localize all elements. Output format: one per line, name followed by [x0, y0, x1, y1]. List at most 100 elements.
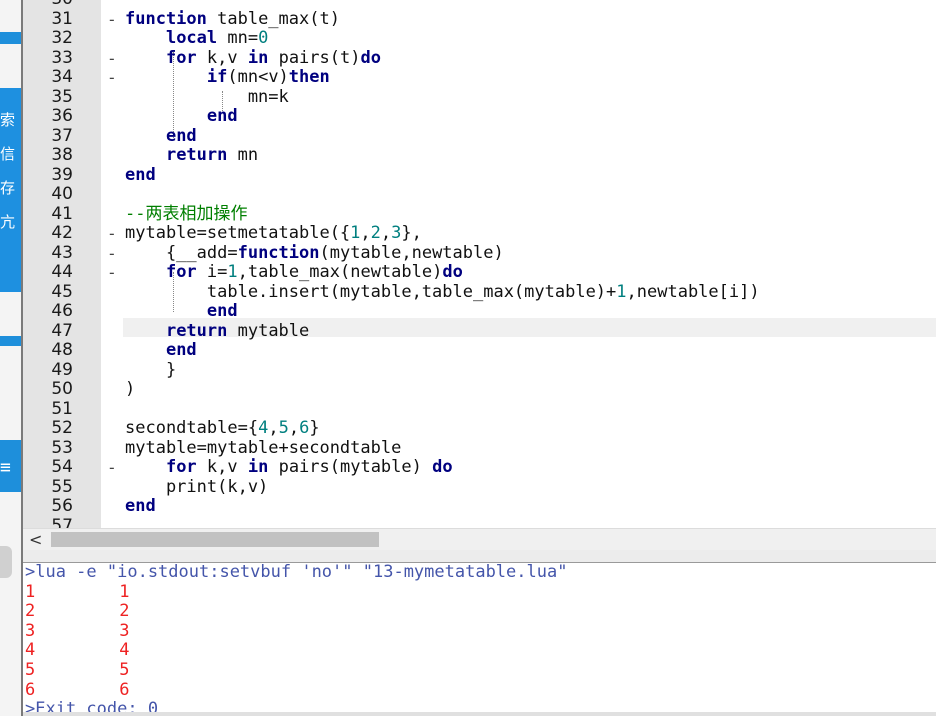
- code-text[interactable]: table.insert(mytable,table_max(mytable)+…: [125, 282, 760, 302]
- output-value: 3: [119, 620, 130, 641]
- line-number: 31: [51, 8, 73, 29]
- code-text[interactable]: for k,v in pairs(t)do: [125, 48, 381, 68]
- fold-marker-icon[interactable]: -: [107, 224, 117, 243]
- line-number: 43: [51, 242, 73, 263]
- output-value: 4: [119, 640, 130, 661]
- output-row: 55: [25, 660, 130, 681]
- output-value: 1: [119, 581, 130, 602]
- fold-marker-icon[interactable]: -: [107, 10, 117, 29]
- fold-marker-icon[interactable]: -: [107, 49, 117, 68]
- horizontal-scrollbar[interactable]: <: [23, 528, 936, 551]
- code-text[interactable]: ): [125, 380, 135, 399]
- line-number: 30: [23, 0, 73, 9]
- code-text[interactable]: print(k,v): [125, 477, 268, 497]
- output-row: 33: [25, 620, 130, 642]
- line-number: 52: [51, 418, 73, 438]
- line-number: 39: [51, 164, 73, 185]
- code-line[interactable]: 56 end: [23, 497, 936, 521]
- line-number: 55: [51, 476, 73, 497]
- code-line[interactable]: 39 end: [23, 165, 936, 190]
- code-text[interactable]: for i=1,table_max(newtable)do: [125, 263, 463, 282]
- code-line[interactable]: 55 print(k,v): [23, 477, 936, 502]
- line-number: 56: [51, 496, 73, 516]
- line-number: 45: [51, 281, 73, 302]
- code-text[interactable]: if(mn<v)then: [125, 68, 330, 87]
- code-text[interactable]: for k,v in pairs(mytable) do: [125, 458, 453, 477]
- line-number: 40: [51, 184, 73, 204]
- output-command: >lua -e "io.stdout:setvbuf 'no'" "13-mym…: [25, 563, 568, 582]
- code-text[interactable]: }: [125, 360, 176, 380]
- output-row: 22: [25, 601, 130, 622]
- output-key: 1: [25, 581, 36, 602]
- code-text[interactable]: end: [125, 165, 156, 185]
- line-number: 37: [51, 125, 73, 146]
- code-text[interactable]: secondtable={4,5,6}: [125, 419, 320, 438]
- output-row: 66: [25, 679, 130, 701]
- line-number: 47: [51, 320, 73, 341]
- background-label-1: 索: [0, 111, 16, 129]
- code-line[interactable]: 57: [23, 516, 936, 528]
- code-text[interactable]: --两表相加操作: [125, 204, 247, 224]
- code-text[interactable]: end: [125, 302, 238, 321]
- fold-marker-icon[interactable]: -: [107, 263, 117, 282]
- code-text[interactable]: return mytable: [125, 321, 309, 341]
- code-text[interactable]: mytable=setmetatable({1,2,3},: [125, 224, 422, 243]
- line-number: 34: [51, 67, 73, 87]
- output-row: 11: [25, 581, 130, 603]
- background-label-2: 信: [0, 145, 16, 163]
- output-value: 2: [119, 601, 130, 622]
- code-text[interactable]: {__add=function(mytable,newtable): [125, 243, 504, 263]
- line-number: 51: [51, 398, 73, 419]
- code-text[interactable]: return mn: [125, 146, 258, 165]
- fold-marker-icon[interactable]: -: [107, 458, 117, 477]
- background-bar: [0, 32, 22, 44]
- line-number: 53: [51, 437, 73, 458]
- fold-marker-icon[interactable]: -: [107, 68, 117, 87]
- code-line[interactable]: 50): [23, 380, 936, 404]
- line-number: 36: [51, 106, 73, 126]
- scrollbar-thumb[interactable]: [51, 532, 379, 547]
- code-editor[interactable]: 3031-function table_max(t)32 local mn=03…: [23, 0, 936, 528]
- line-number: 41: [51, 203, 73, 224]
- code-text[interactable]: mytable=mytable+secondtable: [125, 438, 401, 458]
- code-text[interactable]: end: [125, 126, 197, 146]
- line-number: 46: [51, 301, 73, 321]
- line-number: 42: [51, 223, 73, 243]
- output-key: 2: [25, 601, 36, 622]
- output-key: 3: [25, 620, 36, 641]
- line-number: 38: [51, 145, 73, 165]
- background-label-3: 存: [0, 179, 16, 197]
- code-text[interactable]: function table_max(t): [125, 9, 340, 29]
- line-number: 32: [51, 28, 73, 48]
- line-number: 35: [51, 86, 73, 107]
- line-number: 54: [51, 457, 73, 477]
- line-number: 57: [51, 515, 73, 528]
- background-bar-2: [0, 336, 22, 346]
- fold-marker-icon[interactable]: -: [107, 244, 117, 263]
- line-number: 49: [51, 359, 73, 380]
- scroll-left-arrow-icon[interactable]: <: [29, 530, 42, 549]
- code-text[interactable]: end: [125, 497, 156, 516]
- line-number: 50: [51, 379, 73, 399]
- pane-splitter[interactable]: [23, 550, 936, 563]
- background-button: [0, 546, 12, 578]
- output-key: 6: [25, 679, 36, 700]
- output-key: 5: [25, 660, 36, 680]
- output-key: 4: [25, 640, 36, 661]
- output-value: 6: [119, 679, 130, 700]
- code-text[interactable]: local mn=0: [125, 29, 268, 48]
- line-number: 44: [51, 262, 73, 282]
- hamburger-menu-icon[interactable]: ≡: [0, 459, 20, 477]
- code-text[interactable]: end: [125, 107, 238, 126]
- code-line[interactable]: 38 return mn: [23, 146, 936, 170]
- code-line[interactable]: 49 }: [23, 360, 936, 385]
- output-row: 44: [25, 641, 130, 661]
- output-pane[interactable]: >lua -e "io.stdout:setvbuf 'no'" "13-mym…: [23, 563, 936, 716]
- output-value: 5: [119, 660, 130, 680]
- line-number: 33: [51, 47, 73, 68]
- background-window: 索 信 存 亢 ≡: [0, 0, 22, 716]
- code-text[interactable]: end: [125, 341, 197, 360]
- background-label-4: 亢: [0, 213, 16, 231]
- code-text[interactable]: mn=k: [125, 87, 289, 107]
- line-number: 48: [51, 340, 73, 360]
